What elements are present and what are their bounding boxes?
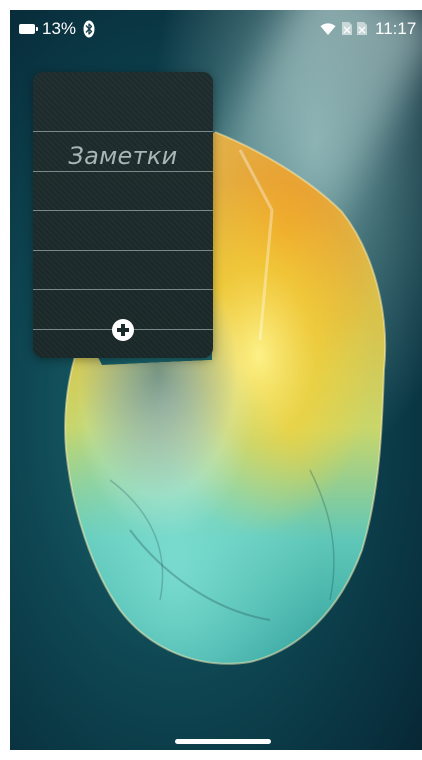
notes-widget[interactable]: Заметки	[33, 72, 213, 358]
widget-rule-line	[33, 250, 213, 251]
clock-time: 11:17	[375, 19, 417, 38]
add-note-button[interactable]	[112, 319, 134, 341]
widget-rule-line	[33, 171, 213, 172]
widget-rule-line	[33, 289, 213, 290]
home-indicator[interactable]	[175, 739, 271, 744]
bluetooth-icon	[83, 20, 95, 38]
sim-icon	[357, 22, 367, 35]
battery-icon	[19, 24, 38, 34]
home-screen: 13% 11:17 Заметки	[10, 10, 422, 750]
wifi-icon	[320, 23, 336, 35]
sim-icon	[342, 22, 352, 35]
widget-rule-line	[33, 131, 213, 132]
widget-title: Заметки	[68, 142, 178, 170]
battery-percentage: 13%	[42, 19, 77, 38]
status-bar: 13% 11:17	[10, 10, 422, 46]
widget-rule-line	[33, 210, 213, 211]
